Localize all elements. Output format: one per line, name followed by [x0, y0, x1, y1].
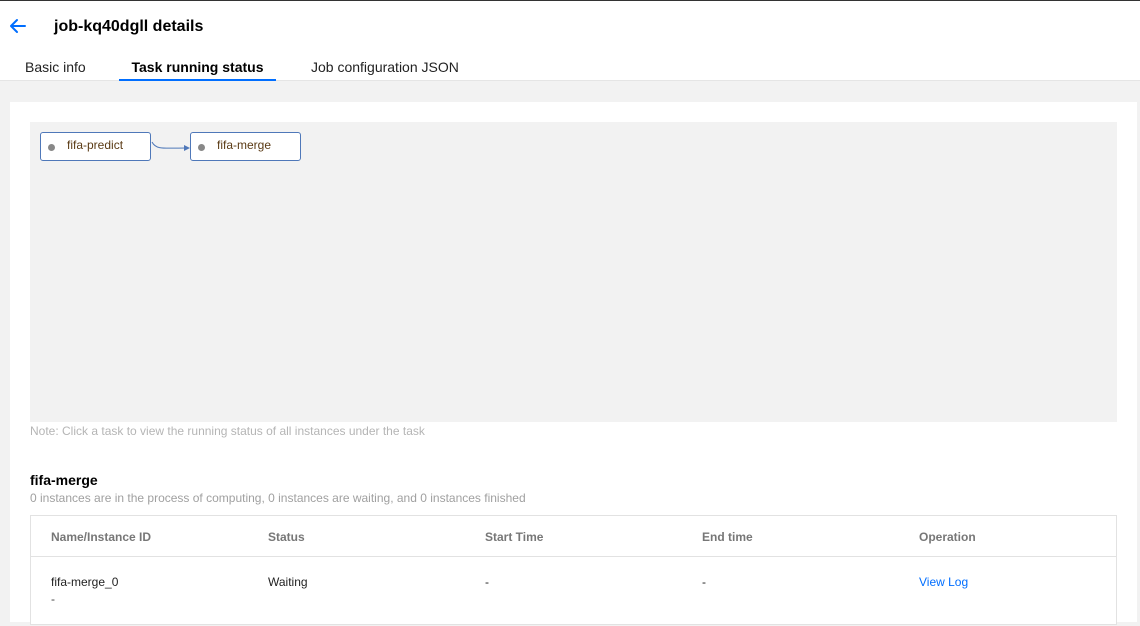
table-row: fifa-merge_0 - Waiting - - View Log — [31, 557, 1116, 626]
table-header: Name/Instance ID Status Start Time End t… — [31, 516, 1116, 557]
view-log-link[interactable]: View Log — [919, 575, 968, 589]
status-dot-icon — [198, 144, 205, 151]
tab-basic-info[interactable]: Basic info — [25, 53, 86, 81]
instances-table: Name/Instance ID Status Start Time End t… — [30, 515, 1117, 625]
dag-edge-arrow — [151, 141, 190, 151]
column-header-status: Status — [268, 530, 305, 544]
arrow-left-icon[interactable] — [8, 15, 28, 37]
status-dot-icon — [48, 144, 55, 151]
dag-node-fifa-predict[interactable]: fifa-predict — [40, 132, 151, 161]
instance-end-time: - — [702, 575, 706, 589]
instance-status: Waiting — [268, 575, 308, 589]
page-title: job-kq40dgll details — [54, 18, 204, 35]
content-card: fifa-predict fifa-merge Note: Click a ta… — [10, 102, 1137, 625]
column-header-name: Name/Instance ID — [51, 530, 152, 544]
dag-node-fifa-merge[interactable]: fifa-merge — [190, 132, 301, 161]
tab-job-configuration-json[interactable]: Job configuration JSON — [311, 53, 459, 81]
instance-name: fifa-merge_0 — [51, 575, 119, 589]
instance-id: - — [51, 592, 55, 606]
column-header-operation: Operation — [919, 530, 976, 544]
dag-node-label: fifa-merge — [217, 138, 272, 152]
instance-start-time: - — [485, 575, 489, 589]
top-bar: job-kq40dgll details Basic info Task run… — [0, 0, 1140, 81]
task-summary: 0 instances are in the process of comput… — [30, 491, 526, 505]
task-title: fifa-merge — [30, 472, 98, 488]
dag-node-label: fifa-predict — [67, 138, 124, 152]
column-header-start-time: Start Time — [485, 530, 544, 544]
task-dag-canvas: fifa-predict fifa-merge — [30, 122, 1117, 422]
canvas-note: Note: Click a task to view the running s… — [30, 424, 425, 438]
tab-task-running-status[interactable]: Task running status — [119, 53, 276, 81]
column-header-end-time: End time — [702, 530, 753, 544]
